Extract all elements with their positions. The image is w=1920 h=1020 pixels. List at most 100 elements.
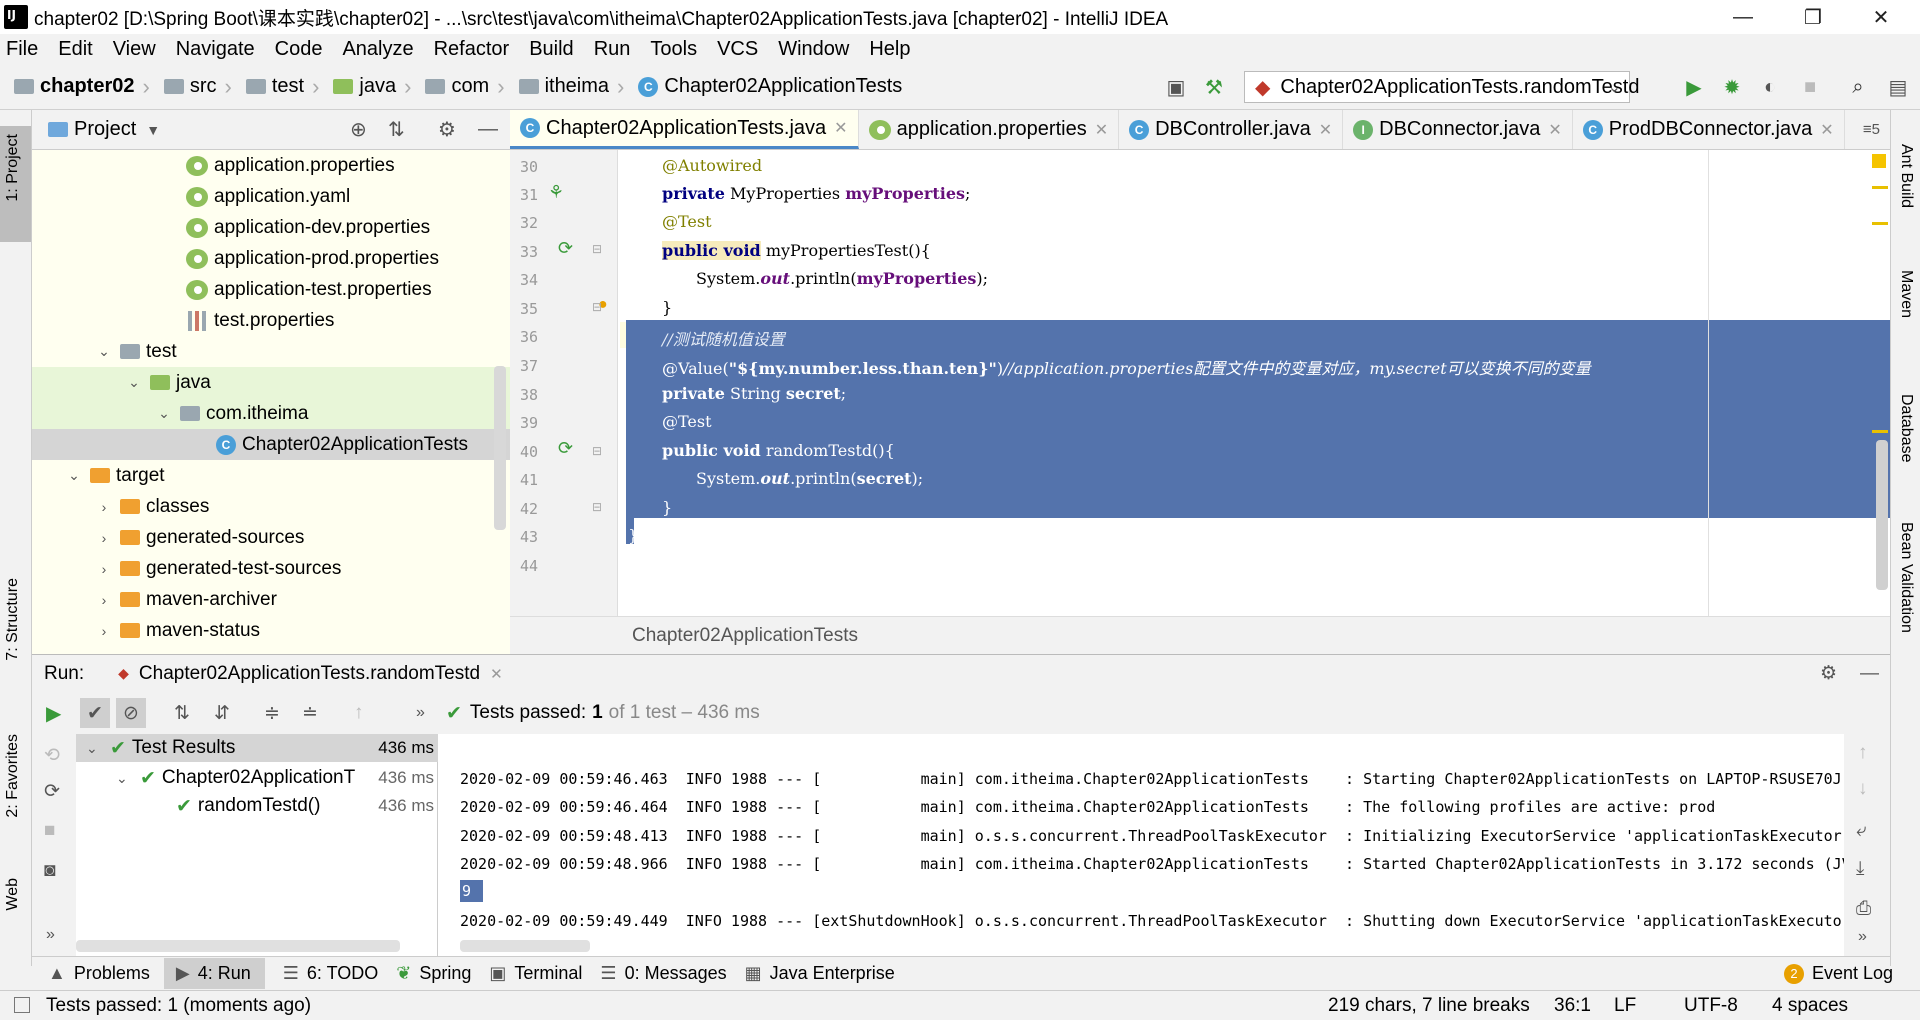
breadcrumb-src[interactable]: src › [163,74,240,100]
stop-icon[interactable]: ■ [1798,75,1822,99]
menu-view[interactable]: View [113,38,156,61]
menu-file[interactable]: File [6,38,38,61]
menu-navigate[interactable]: Navigate [176,38,255,61]
tool-tab-terminal[interactable]: ▣ Terminal [489,963,582,984]
menu-help[interactable]: Help [869,38,910,61]
close-icon[interactable]: ✕ [1319,120,1332,140]
close-button[interactable]: ✕ [1852,0,1910,34]
scroll-to-end-icon[interactable]: ⤓ [1856,858,1864,880]
build-hammer-icon[interactable]: ⚒ [1202,75,1226,99]
tree-item[interactable]: › maven-archiver [32,584,510,615]
chevron-down-icon[interactable]: ⌄ [96,343,112,360]
tree-item[interactable]: ⌄ target [32,460,510,491]
gear-icon[interactable]: ⚙ [1820,662,1837,685]
search-icon[interactable]: ⌕ [1846,75,1870,99]
run-icon[interactable]: ▶ [1682,75,1706,99]
camera-icon[interactable]: ◙ [44,860,55,882]
tab-proddbconnector[interactable]: C ProdDBConnector.java ✕ [1573,110,1845,149]
tree-scrollbar[interactable] [76,940,400,952]
chevron-right-icon[interactable]: › [96,623,112,639]
run-test-gutter-icon[interactable]: ⟳ [558,238,573,259]
print-icon[interactable]: ⎙ [1856,898,1871,920]
minimize-button[interactable]: — [1714,0,1772,34]
tab-application-properties[interactable]: application.properties ✕ [859,110,1120,149]
hide-panel-icon[interactable]: — [1860,663,1879,685]
collapse-all-icon[interactable]: ≐ [302,702,318,725]
breadcrumb-itheima[interactable]: itheima › [518,74,633,100]
tab-dbcontroller[interactable]: C DBController.java ✕ [1119,110,1344,149]
close-icon[interactable]: ✕ [1095,120,1108,140]
tree-item[interactable]: application-prod.properties [32,243,510,274]
tool-tab-run[interactable]: ▶ 4: Run [163,958,265,989]
run-tab-label[interactable]: Chapter02ApplicationTests.randomTestd [139,663,480,685]
tool-tab-web[interactable]: Web [4,878,22,911]
tool-tab-maven[interactable]: Maven [1897,270,1915,318]
console-output[interactable]: 2020-02-09 00:59:46.463 INFO 1988 --- [ … [438,734,1844,956]
menu-analyze[interactable]: Analyze [342,38,413,61]
tool-tab-favorites[interactable]: 2: Favorites [4,734,22,818]
menu-build[interactable]: Build [529,38,573,61]
caret-position[interactable]: 36:1 [1554,995,1591,1017]
fold-icon[interactable]: ⊟ [592,300,602,314]
more-actions-icon[interactable]: » [46,926,55,944]
indent-setting[interactable]: 4 spaces [1772,995,1848,1017]
close-icon[interactable]: ✕ [834,118,847,138]
code-editor[interactable]: 30 31 32 33 34 35 36 37 38 39 40 41 42 4… [510,150,1890,616]
menu-edit[interactable]: Edit [58,38,92,61]
file-encoding[interactable]: UTF-8 [1684,995,1738,1017]
editor-breadcrumb[interactable]: Chapter02ApplicationTests [510,616,1890,654]
tool-tab-structure[interactable]: 7: Structure [4,578,22,661]
chevron-down-icon[interactable]: ⌄ [156,405,172,422]
tree-item[interactable]: › generated-sources [32,522,510,553]
chevron-down-icon[interactable]: ⌄ [66,467,82,484]
run-test-gutter-icon[interactable]: ⟳ [558,438,573,459]
locate-icon[interactable]: ⊕ [350,117,367,142]
hide-panel-icon[interactable]: — [478,118,498,141]
tree-item[interactable]: application-dev.properties [32,212,510,243]
debug-icon[interactable]: ✹ [1720,75,1744,99]
chevron-down-icon[interactable]: ⌄ [86,740,104,757]
scroll-down-icon[interactable]: ↓ [1858,778,1868,800]
breadcrumb-test[interactable]: test › [245,74,328,100]
stop-icon[interactable]: ■ [44,820,55,842]
toggle-tool-windows-icon[interactable] [14,997,30,1013]
menu-window[interactable]: Window [778,38,849,61]
chevron-right-icon[interactable]: › [96,561,112,577]
more-actions-icon[interactable]: » [1858,928,1867,946]
tool-tab-java-enterprise[interactable]: ▦ Java Enterprise [745,963,895,984]
line-separator[interactable]: LF [1614,995,1636,1017]
toggle-auto-test-icon[interactable]: ⟳ [44,780,60,803]
menu-code[interactable]: Code [275,38,323,61]
test-tree-row[interactable]: ✔ randomTestd() 436 ms [76,792,438,820]
soft-wrap-icon[interactable]: ⤶ [1856,820,1867,842]
tree-item[interactable]: › classes [32,491,510,522]
breadcrumb-class[interactable]: C Chapter02ApplicationTests [638,75,902,98]
tool-tab-todo[interactable]: ☰ 6: TODO [283,963,379,984]
tree-item[interactable]: ⌄ com.itheima [32,398,510,429]
tree-item[interactable]: application.yaml [32,181,510,212]
expand-all-icon[interactable]: ≑ [264,702,280,725]
test-tree-row[interactable]: ⌄ ✔ Chapter02ApplicationT 436 ms [76,764,438,792]
breadcrumb-com[interactable]: com › [425,74,512,100]
tree-item[interactable]: application.properties [32,150,510,181]
event-log-button[interactable]: 2 Event Log [1784,963,1893,984]
tab-chapter02applicationtests[interactable]: C Chapter02ApplicationTests.java ✕ [510,110,859,149]
chevron-down-icon[interactable]: ▼ [146,122,160,138]
project-structure-icon[interactable]: ▣ [1164,75,1188,99]
close-icon[interactable]: ✕ [1820,120,1833,140]
coverage-icon[interactable]: ◐ [1758,75,1782,99]
editor-scrollbar[interactable] [1876,440,1888,590]
project-panel-title[interactable]: Project [74,118,136,141]
breadcrumb-java[interactable]: java › [333,74,419,100]
show-passed-icon[interactable]: ✔ [80,698,110,728]
console-scrollbar[interactable] [460,940,590,952]
menu-tools[interactable]: Tools [650,38,697,61]
collapse-all-icon[interactable]: ⇅ [388,117,405,142]
sort-by-duration-icon[interactable]: ⇵ [214,702,230,725]
chevron-down-icon[interactable]: ⌄ [126,374,142,391]
tree-item[interactable]: ⌄ java [32,367,510,398]
rerun-failed-icon[interactable]: ⟲ [44,744,60,767]
vcs-icon[interactable]: ▤ [1886,75,1910,99]
fold-icon[interactable]: ⊟ [592,242,602,256]
chevron-right-icon[interactable]: › [96,499,112,515]
